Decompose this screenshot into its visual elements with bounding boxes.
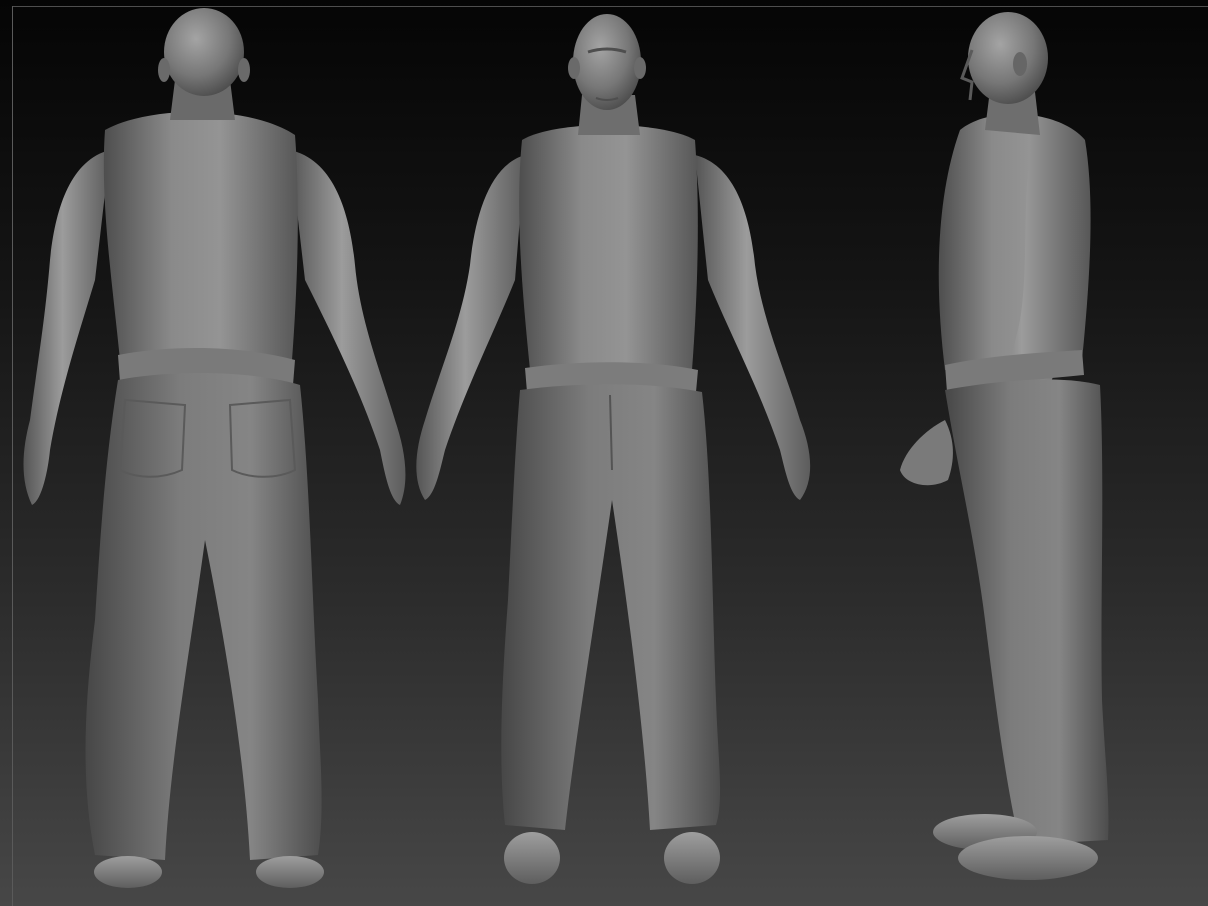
back-right-arm bbox=[290, 150, 406, 505]
front-right-arm bbox=[695, 155, 811, 500]
front-view-figure bbox=[416, 14, 811, 884]
side-pants bbox=[945, 379, 1109, 845]
front-left-ear bbox=[568, 57, 580, 79]
side-ear bbox=[1013, 52, 1027, 76]
back-left-shoe bbox=[94, 856, 162, 888]
back-left-arm bbox=[23, 150, 110, 505]
back-left-ear bbox=[158, 58, 170, 82]
back-head bbox=[164, 8, 244, 96]
front-head bbox=[573, 14, 641, 110]
side-head bbox=[968, 12, 1048, 104]
sculpt-viewport[interactable] bbox=[0, 0, 1208, 906]
front-right-ear bbox=[634, 57, 646, 79]
front-torso bbox=[519, 125, 698, 370]
side-view-figure bbox=[900, 12, 1109, 880]
back-right-ear bbox=[238, 58, 250, 82]
back-torso bbox=[103, 111, 298, 360]
side-front-shoe bbox=[958, 836, 1098, 880]
front-left-shoe bbox=[504, 832, 560, 884]
front-right-shoe bbox=[664, 832, 720, 884]
model-render[interactable] bbox=[0, 0, 1208, 906]
front-left-arm bbox=[416, 155, 525, 500]
side-back-hand bbox=[900, 420, 953, 486]
back-right-shoe bbox=[256, 856, 324, 888]
side-face-profile bbox=[960, 49, 974, 101]
back-view-figure bbox=[23, 8, 406, 888]
